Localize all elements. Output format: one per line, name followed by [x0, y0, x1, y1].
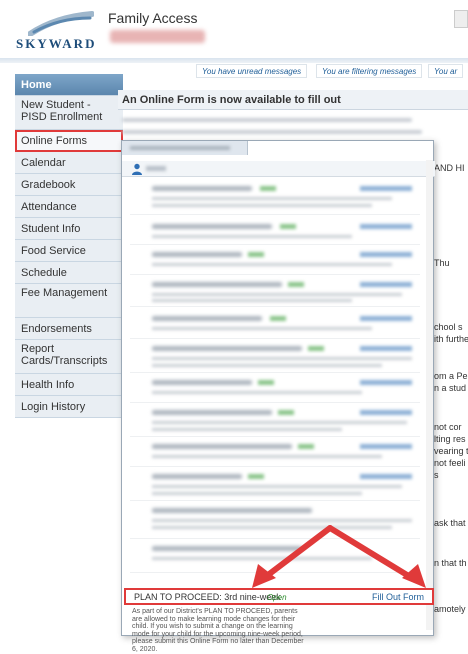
bg-text-fragment: Thu: [434, 258, 450, 268]
bg-text-fragment: ith furthe: [434, 334, 468, 344]
sidebar-item-student-info[interactable]: Student Info: [15, 218, 123, 240]
online-form-notice-title: An Online Form is now available to fill …: [118, 90, 468, 110]
sidebar-item-report-cards[interactable]: Report Cards/Transcripts: [15, 340, 123, 374]
bg-text-fragment: AND HI: [434, 163, 465, 173]
sidebar-item-login-history[interactable]: Login History: [15, 396, 123, 418]
form-row-blurred[interactable]: [130, 407, 420, 437]
blurred-text-line: [122, 118, 412, 122]
blurred-text-line: [122, 130, 422, 134]
person-icon: [132, 163, 142, 175]
form-row-blurred[interactable]: [130, 441, 420, 467]
fill-out-form-link[interactable]: Fill Out Form: [372, 592, 424, 602]
sidebar-item-health-info[interactable]: Health Info: [15, 374, 123, 396]
red-arrow-annotation: [252, 525, 426, 588]
unread-messages-tab[interactable]: You have unread messages: [196, 64, 308, 78]
bg-text-fragment: om a Pe: [434, 371, 468, 381]
sidebar-item-schedule[interactable]: Schedule: [15, 262, 123, 284]
bg-text-fragment: amotely: [434, 604, 466, 614]
popup-tab[interactable]: [122, 141, 248, 155]
red-arrow-right: [327, 525, 415, 581]
arrowhead-right-icon: [402, 564, 426, 588]
sidebar-item-food-service[interactable]: Food Service: [15, 240, 123, 262]
sidebar-item-home[interactable]: Home: [15, 74, 123, 96]
form-row-blurred[interactable]: [130, 183, 420, 215]
sidebar-item-endorsements[interactable]: Endorsements: [15, 318, 123, 340]
sidebar-item-calendar[interactable]: Calendar: [15, 152, 123, 174]
form-row-blurred[interactable]: [130, 343, 420, 373]
filtering-messages-tab[interactable]: You are filtering messages: [316, 64, 423, 78]
red-arrow-left: [261, 525, 333, 581]
sidebar-item-gradebook[interactable]: Gradebook: [15, 174, 123, 196]
header-corner-control[interactable]: [454, 10, 468, 28]
form-row-blurred[interactable]: [130, 279, 420, 307]
header-divider: [0, 58, 468, 63]
bg-text-fragment: not feeli: [434, 458, 466, 468]
logo-swoosh-icon: [28, 11, 94, 36]
student-header: [122, 161, 435, 177]
form-row-blurred[interactable]: [130, 471, 420, 501]
form-title: PLAN TO PROCEED: 3rd nine-week: [134, 592, 281, 602]
form-row-blurred[interactable]: [130, 249, 420, 275]
form-description: As part of our District's PLAN TO PROCEE…: [132, 608, 304, 653]
app-title: Family Access: [108, 10, 198, 26]
blurred-tab-label: [130, 146, 230, 150]
message-tab-partial[interactable]: You ar: [428, 64, 464, 78]
user-name-redacted: [110, 30, 205, 43]
sidebar-item-online-forms[interactable]: Online Forms: [15, 130, 123, 152]
arrowhead-left-icon: [252, 564, 276, 588]
form-status-badge: Open: [267, 593, 287, 602]
bg-text-fragment: not cor: [434, 422, 462, 432]
logo-text: SKYWARD: [16, 36, 97, 51]
sidebar-nav: Home New Student - PISD Enrollment Onlin…: [15, 74, 123, 418]
app-header: SKYWARD Family Access: [0, 0, 468, 58]
sidebar-item-attendance[interactable]: Attendance: [15, 196, 123, 218]
bg-text-fragment: n a stud: [434, 383, 467, 393]
sidebar-item-fee-management[interactable]: Fee Management: [15, 284, 123, 318]
plan-to-proceed-form-row: PLAN TO PROCEED: 3rd nine-week Open Fill…: [124, 588, 434, 605]
form-row-blurred[interactable]: [130, 377, 420, 403]
bg-text-fragment: chool s: [434, 322, 463, 332]
message-filter-bar: You have unread messages You are filteri…: [128, 64, 468, 78]
sidebar-item-new-student-enrollment[interactable]: New Student - PISD Enrollment: [15, 96, 123, 130]
form-row-blurred[interactable]: [130, 313, 420, 339]
bg-text-fragment: vearing t: [434, 446, 468, 456]
bg-text-fragment: s: [434, 470, 439, 480]
bg-text-fragment: lting res: [434, 434, 466, 444]
form-row-blurred[interactable]: [130, 221, 420, 245]
student-name-redacted: [146, 166, 166, 171]
skyward-logo[interactable]: SKYWARD: [14, 10, 94, 52]
